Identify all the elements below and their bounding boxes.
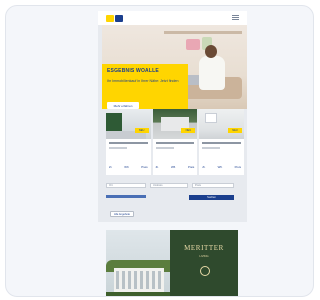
listing-image: NEU [199,109,245,139]
listing-card[interactable]: NEU Zi. Wfl. Preis [106,109,151,175]
wall-art [186,39,200,50]
spec-area: Wfl. [217,165,223,169]
preview-card: ESGEBNIS WOALLE Ihr Immobilienkauf in Ih… [5,5,314,297]
person-head [205,45,217,58]
listing-image: NEU [106,109,151,139]
listing-image: NEU [152,109,198,139]
new-badge: NEU [228,128,243,133]
spec-rooms: Zi. [155,165,159,169]
emblem-icon [200,266,210,276]
price-field[interactable]: Preis [192,183,234,188]
menu-icon [232,15,239,20]
listing-card[interactable]: NEU Zi. Wfl. Preis [152,109,198,175]
listing-cards: NEU Zi. Wfl. Preis NEU Zi. Wfl. Preis NE… [106,109,245,177]
hero-callout: ESGEBNIS WOALLE Ihr Immobilienkauf in Ih… [102,64,188,109]
hero-cta-button[interactable]: Mehr erfahren [107,102,139,109]
hero-image: ESGEBNIS WOALLE Ihr Immobilienkauf in Ih… [102,25,247,109]
hero-title: ESGEBNIS WOALLE [107,68,159,74]
new-badge: NEU [134,128,149,133]
spec-area: Wfl. [124,165,130,169]
spec-price: Preis [234,165,241,169]
location-field[interactable]: Ort [106,183,146,188]
hero-text: Ihr Immobilienkauf in Ihrer Nähe: Jetzt … [107,79,179,83]
property-banner[interactable]: MERITTER LIVING [106,230,238,296]
brand-logo [106,14,124,22]
email-header [98,11,247,25]
email-preview[interactable]: ESGEBNIS WOALLE Ihr Immobilienkauf in Ih… [98,11,247,222]
search-button[interactable]: Suchen [189,195,234,200]
new-badge: NEU [181,128,196,133]
radius-field[interactable]: Umkreis [150,183,188,188]
person [199,56,225,90]
spec-price: Preis [187,165,195,169]
spec-area: Wfl. [170,165,176,169]
banner-heading: MERITTER [184,244,224,252]
banner-panel [170,230,238,296]
progress-bar [106,195,146,198]
all-offers-button[interactable]: Alle Angebote [110,211,134,217]
listing-card[interactable]: NEU Zi. Wfl. Preis [199,109,245,175]
spec-rooms: Zi. [109,165,113,169]
spec-rooms: Zi. [202,165,206,169]
spec-price: Preis [141,165,148,169]
search-form: Ort Umkreis Preis Suchen [106,183,236,205]
banner-subheading: LIVING [199,254,209,258]
